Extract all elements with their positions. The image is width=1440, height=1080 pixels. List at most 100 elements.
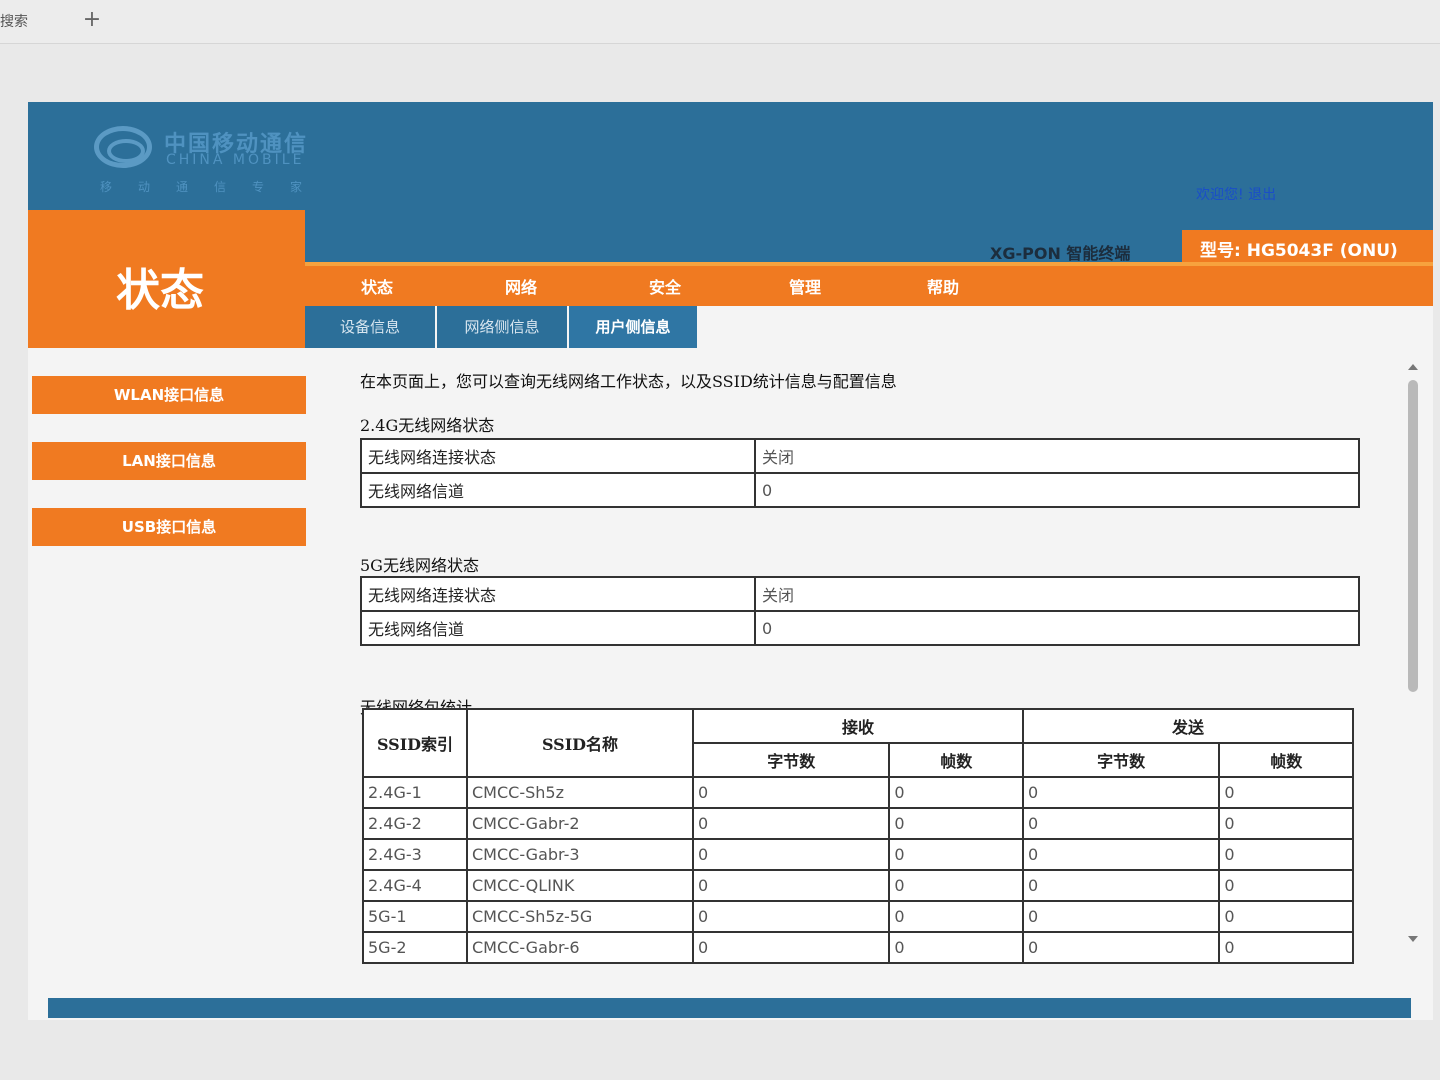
wlan24-status-table: 无线网络连接状态 关闭 无线网络信道 0 xyxy=(360,438,1360,508)
router-page: 中国移动通信 CHINA MOBILE 移动通信专家 欢迎您! 退出 XG-PO… xyxy=(28,102,1433,1020)
wlan5-section-title: 5G无线网络状态 xyxy=(360,556,479,575)
cell-recv-frames: 0 xyxy=(888,931,1024,964)
page-title-panel: 状态 xyxy=(28,210,305,348)
scrollbar-thumb[interactable] xyxy=(1408,380,1418,692)
cell-send-bytes: 0 xyxy=(1021,807,1221,840)
table-cell-value: 0 xyxy=(754,610,1360,646)
cell-send-frames: 0 xyxy=(1218,807,1354,840)
header-send-frames: 帧数 xyxy=(1218,742,1354,778)
cell-send-bytes: 0 xyxy=(1021,900,1221,933)
cell-recv-frames: 0 xyxy=(888,838,1024,871)
cell-recv-frames: 0 xyxy=(888,869,1024,902)
sidebar-item-lan[interactable]: LAN接口信息 xyxy=(32,442,306,480)
cell-ssid-index: 2.4G-4 xyxy=(362,869,468,902)
cell-send-frames: 0 xyxy=(1218,838,1354,871)
cell-recv-frames: 0 xyxy=(888,807,1024,840)
menu-status[interactable]: 状态 xyxy=(361,274,393,298)
table-cell-value: 关闭 xyxy=(754,438,1360,474)
header-recv-frames: 帧数 xyxy=(888,742,1024,778)
logo-text-en: CHINA MOBILE xyxy=(166,152,305,168)
footer-bar xyxy=(48,998,1411,1018)
cell-recv-frames: 0 xyxy=(888,776,1024,809)
table-cell-label: 无线网络连接状态 xyxy=(360,576,756,612)
table-row: 无线网络信道 0 xyxy=(360,472,1360,508)
wlan5-status-table: 无线网络连接状态 关闭 无线网络信道 0 xyxy=(360,576,1360,646)
browser-tab-bar: 搜索 + xyxy=(0,0,1440,44)
new-tab-button[interactable]: + xyxy=(80,6,104,34)
table-row: 2.4G-1 CMCC-Sh5z 0 0 0 0 xyxy=(362,776,1354,809)
header-send: 发送 xyxy=(1021,708,1355,744)
menu-security[interactable]: 安全 xyxy=(649,274,681,298)
cell-ssid-name: CMCC-Gabr-6 xyxy=(466,931,694,964)
cell-send-frames: 0 xyxy=(1218,869,1354,902)
cell-recv-bytes: 0 xyxy=(691,869,891,902)
cell-send-bytes: 0 xyxy=(1021,838,1221,871)
menu-network[interactable]: 网络 xyxy=(505,274,537,298)
table-row: 无线网络信道 0 xyxy=(360,610,1360,646)
table-cell-value: 0 xyxy=(754,472,1360,508)
cell-ssid-index: 2.4G-2 xyxy=(362,807,468,840)
cell-ssid-name: CMCC-Sh5z-5G xyxy=(466,900,694,933)
cell-ssid-index: 2.4G-1 xyxy=(362,776,468,809)
tab-device-info[interactable]: 设备信息 xyxy=(305,306,437,348)
welcome-area: 欢迎您! 退出 xyxy=(1196,184,1276,204)
packet-stats-table: SSID索引 SSID名称 接收 发送 字节数 帧数 字节数 帧数 2.4G-1… xyxy=(362,708,1355,964)
main-menu: 状态 网络 安全 管理 帮助 xyxy=(305,262,1433,306)
cell-ssid-index: 2.4G-3 xyxy=(362,838,468,871)
cell-ssid-name: CMCC-QLINK xyxy=(466,869,694,902)
china-mobile-logo: 中国移动通信 CHINA MOBILE 移动通信专家 xyxy=(94,122,334,202)
header-ssid-index: SSID索引 xyxy=(362,708,468,778)
page-title: 状态 xyxy=(116,265,204,316)
page-description: 在本页面上，您可以查询无线网络工作状态，以及SSID统计信息与配置信息 xyxy=(360,372,897,391)
table-row: 无线网络连接状态 关闭 xyxy=(360,576,1360,612)
tab-user-side-info[interactable]: 用户侧信息 xyxy=(569,306,699,348)
table-row: 2.4G-4 CMCC-QLINK 0 0 0 0 xyxy=(362,869,1354,902)
cell-recv-frames: 0 xyxy=(888,900,1024,933)
welcome-text: 欢迎您! xyxy=(1196,187,1244,203)
cell-send-bytes: 0 xyxy=(1021,776,1221,809)
sidebar: WLAN接口信息 LAN接口信息 USB接口信息 xyxy=(28,348,308,988)
sub-navigation: 设备信息 网络侧信息 用户侧信息 xyxy=(305,306,1433,348)
cell-ssid-name: CMCC-Gabr-2 xyxy=(466,807,694,840)
cell-recv-bytes: 0 xyxy=(691,838,891,871)
cell-send-frames: 0 xyxy=(1218,931,1354,964)
sidebar-item-usb[interactable]: USB接口信息 xyxy=(32,508,306,546)
menu-help[interactable]: 帮助 xyxy=(927,274,959,298)
cell-recv-bytes: 0 xyxy=(691,900,891,933)
table-row: 2.4G-3 CMCC-Gabr-3 0 0 0 0 xyxy=(362,838,1354,871)
header-recv-bytes: 字节数 xyxy=(691,742,891,778)
header-receive: 接收 xyxy=(692,708,1024,744)
header-ssid-name: SSID名称 xyxy=(466,708,694,778)
table-row: 5G-2 CMCC-Gabr-6 0 0 0 0 xyxy=(362,931,1354,964)
product-name: XG-PON 智能终端 xyxy=(990,244,1131,263)
cell-ssid-index: 5G-1 xyxy=(362,900,468,933)
cell-send-frames: 0 xyxy=(1218,776,1354,809)
menu-management[interactable]: 管理 xyxy=(789,274,821,298)
cell-ssid-name: CMCC-Gabr-3 xyxy=(466,838,694,871)
scroll-down-icon[interactable] xyxy=(1408,936,1418,942)
cell-ssid-name: CMCC-Sh5z xyxy=(466,776,694,809)
table-cell-label: 无线网络信道 xyxy=(360,472,756,508)
cell-send-bytes: 0 xyxy=(1021,869,1221,902)
cell-ssid-index: 5G-2 xyxy=(362,931,468,964)
table-row: 无线网络连接状态 关闭 xyxy=(360,438,1360,474)
table-row: 2.4G-2 CMCC-Gabr-2 0 0 0 0 xyxy=(362,807,1354,840)
scroll-up-icon[interactable] xyxy=(1408,364,1418,370)
table-cell-value: 关闭 xyxy=(754,576,1360,612)
logout-link[interactable]: 退出 xyxy=(1248,187,1276,203)
content-scrollbar[interactable] xyxy=(1406,364,1420,954)
table-cell-label: 无线网络连接状态 xyxy=(360,438,756,474)
table-cell-label: 无线网络信道 xyxy=(360,610,756,646)
table-header-row: SSID索引 SSID名称 接收 发送 xyxy=(362,708,1355,778)
header-send-bytes: 字节数 xyxy=(1021,742,1221,778)
sidebar-item-wlan[interactable]: WLAN接口信息 xyxy=(32,376,306,414)
cell-send-frames: 0 xyxy=(1218,900,1354,933)
wlan24-section-title: 2.4G无线网络状态 xyxy=(360,416,495,435)
table-row: 5G-1 CMCC-Sh5z-5G 0 0 0 0 xyxy=(362,900,1354,933)
cell-recv-bytes: 0 xyxy=(691,807,891,840)
tab-network-side-info[interactable]: 网络侧信息 xyxy=(437,306,569,348)
browser-tab[interactable]: 搜索 xyxy=(0,8,60,36)
cell-recv-bytes: 0 xyxy=(691,776,891,809)
cell-send-bytes: 0 xyxy=(1021,931,1221,964)
main-content: 在本页面上，您可以查询无线网络工作状态，以及SSID统计信息与配置信息 2.4G… xyxy=(360,364,1410,984)
